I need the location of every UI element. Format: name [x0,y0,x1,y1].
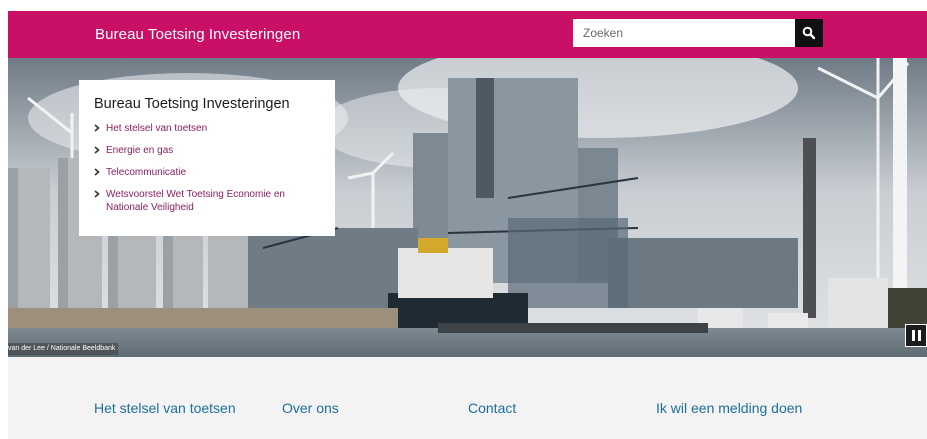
hero-menu-list: Het stelsel van toetsen Energie en gas T… [94,122,321,214]
slideshow-pause-button[interactable] [905,324,927,347]
pause-icon-bar [917,330,921,341]
bottom-nav: Het stelsel van toetsen Over ons Contact… [8,357,927,439]
pause-icon [911,330,915,341]
hero-menu-item-energie[interactable]: Energie en gas [94,144,321,157]
hero-menu-item-stelsel[interactable]: Het stelsel van toetsen [94,122,321,135]
nav-link-stelsel[interactable]: Het stelsel van toetsen [94,399,236,417]
site-header: Bureau Toetsing Investeringen [8,11,927,58]
photo-credit: van der Lee / Nationale Beeldbank [8,343,119,355]
chevron-right-icon [94,146,100,154]
page: Bureau Toetsing Investeringen Zoeken Bur… [0,0,927,439]
nav-link-contact[interactable]: Contact [468,399,516,417]
search-button[interactable] [795,19,823,47]
chevron-right-icon [94,190,100,198]
hero-menu-title: Bureau Toetsing Investeringen [94,96,290,112]
search-icon [802,26,816,40]
nav-link-over-ons[interactable]: Over ons [282,399,339,417]
hero-menu-box: Bureau Toetsing Investeringen Het stelse… [79,80,335,236]
search-form [573,19,823,47]
hero-menu-item-label: Wetsvoorstel Wet Toetsing Economie en Na… [106,189,285,213]
search-input[interactable] [573,19,795,47]
nav-link-melding[interactable]: Ik wil een melding doen [656,399,802,417]
site-brand[interactable]: Bureau Toetsing Investeringen [95,26,300,44]
hero-menu-item-label: Het stelsel van toetsen [106,123,208,134]
chevron-right-icon [94,124,100,132]
hero-menu-item-wetsvoorstel[interactable]: Wetsvoorstel Wet Toetsing Economie en Na… [94,188,321,214]
hero-menu-item-label: Telecommunicatie [106,167,187,178]
chevron-right-icon [94,168,100,176]
hero-menu-item-label: Energie en gas [106,145,174,156]
hero-menu-item-telecom[interactable]: Telecommunicatie [94,166,321,179]
